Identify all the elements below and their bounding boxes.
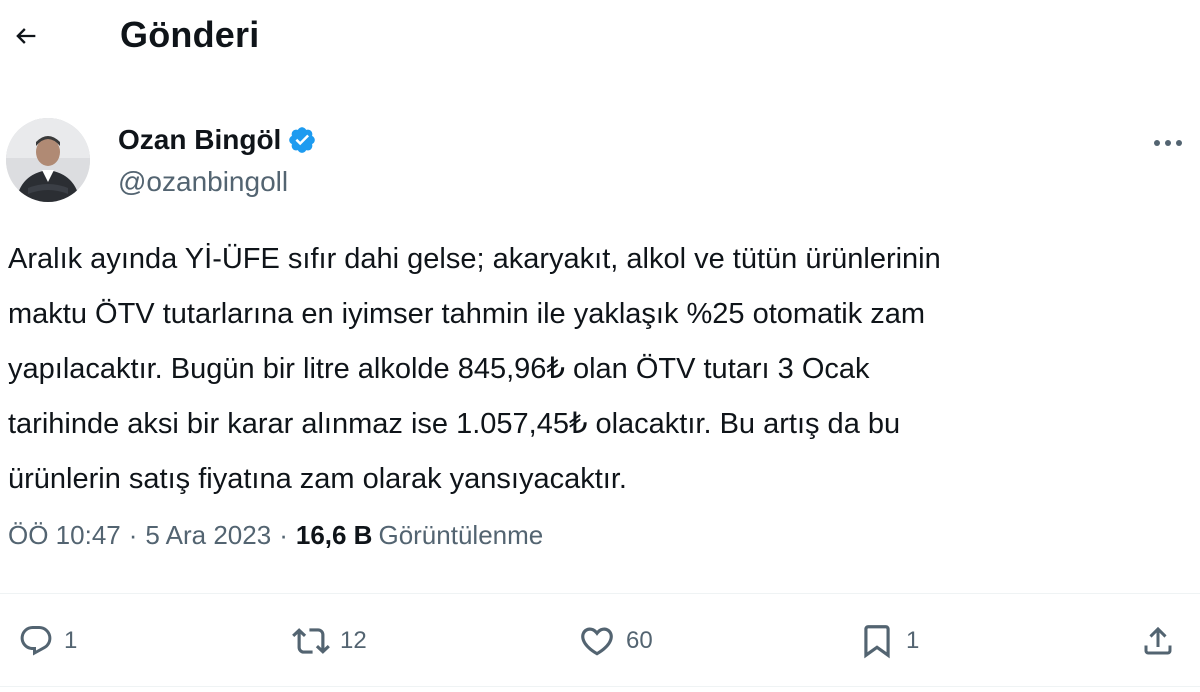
bookmark-icon	[858, 622, 896, 660]
bookmark-count: 1	[906, 627, 920, 654]
post-author: Ozan Bingöl @ozanbingoll	[0, 110, 1200, 210]
post-text: Aralık ayında Yİ-ÜFE sıfır dahi gelse; a…	[8, 243, 941, 495]
reply-count: 1	[64, 627, 78, 654]
post-meta: ÖÖ 10:47 · 5 Ara 2023 · 16,6 B Görüntüle…	[8, 520, 543, 551]
divider	[0, 593, 1200, 594]
views-label: Görüntülenme	[378, 520, 544, 550]
post-time[interactable]: ÖÖ 10:47	[8, 520, 121, 551]
author-handle[interactable]: @ozanbingoll	[118, 166, 288, 198]
post-date[interactable]: 5 Ara 2023	[145, 520, 271, 551]
arrow-left-icon	[12, 22, 40, 55]
reply-button[interactable]: 1	[18, 608, 77, 674]
avatar[interactable]	[6, 118, 90, 202]
repost-count: 12	[340, 627, 367, 654]
like-button[interactable]: 60	[578, 608, 653, 674]
repost-icon	[292, 622, 330, 660]
post-actions: 1 12 60 1	[0, 608, 1200, 674]
divider	[0, 686, 1200, 687]
heart-icon	[578, 622, 616, 660]
meta-separator: ·	[128, 520, 138, 550]
top-bar: Gönderi	[0, 0, 1200, 80]
more-horizontal-icon	[1153, 134, 1183, 152]
like-count: 60	[626, 627, 653, 654]
avatar-photo	[6, 118, 90, 202]
share-button[interactable]	[1140, 608, 1176, 674]
author-name-link[interactable]: Ozan Bingöl	[118, 124, 317, 156]
more-button[interactable]	[1148, 128, 1188, 158]
back-button[interactable]	[4, 16, 48, 60]
reply-icon	[18, 623, 54, 659]
verified-badge-icon	[287, 125, 317, 155]
author-name: Ozan Bingöl	[118, 124, 282, 155]
bookmark-button[interactable]: 1	[858, 608, 919, 674]
meta-separator: ·	[279, 520, 288, 550]
page-title: Gönderi	[120, 14, 260, 55]
repost-button[interactable]: 12	[292, 608, 367, 674]
views-count: 16,6 B	[295, 520, 373, 550]
share-icon	[1140, 623, 1176, 659]
